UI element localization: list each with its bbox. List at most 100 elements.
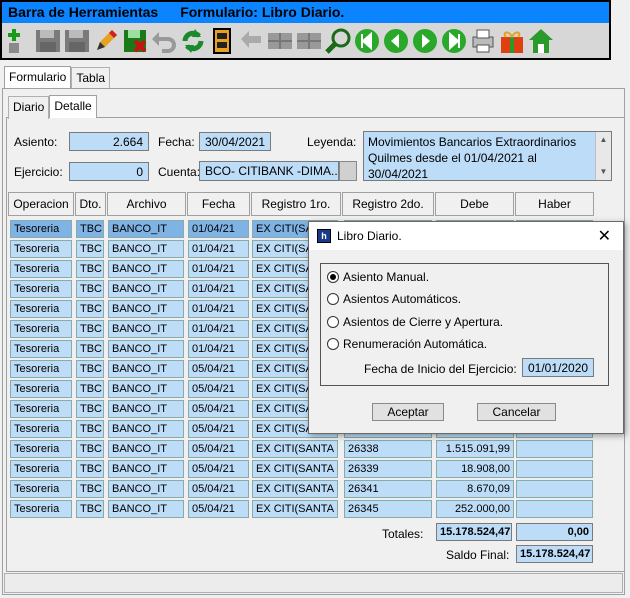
table-cell[interactable]: BANCO_IT xyxy=(108,300,184,318)
column-header[interactable]: Registro 1ro. xyxy=(251,192,341,216)
table-cell[interactable]: 01/04/21 xyxy=(188,220,249,238)
table-cell[interactable]: 26338 xyxy=(344,440,432,458)
radio-asientos-automaticos[interactable]: Asientos Automáticos. xyxy=(327,292,461,306)
tab-formulario[interactable]: Formulario xyxy=(4,66,72,88)
refresh-icon[interactable] xyxy=(178,26,207,56)
table-cell[interactable]: 05/04/21 xyxy=(188,460,249,478)
tab-tabla[interactable]: Tabla xyxy=(71,67,111,89)
table-cell[interactable]: 05/04/21 xyxy=(188,500,249,518)
table-cell[interactable]: 26341 xyxy=(344,480,432,498)
table-cell[interactable]: BANCO_IT xyxy=(108,380,184,398)
table-cell[interactable]: TBC xyxy=(76,240,104,258)
table-cell[interactable]: TBC xyxy=(76,400,104,418)
table-cell[interactable]: Tesoreria xyxy=(10,220,72,238)
radio-button[interactable] xyxy=(327,316,339,328)
grid-icon[interactable] xyxy=(265,26,294,56)
table-cell[interactable]: BANCO_IT xyxy=(108,460,184,478)
table-cell[interactable]: 05/04/21 xyxy=(188,420,249,438)
table-cell[interactable]: BANCO_IT xyxy=(108,420,184,438)
column-header[interactable]: Haber xyxy=(515,192,594,216)
table-cell[interactable]: BANCO_IT xyxy=(108,440,184,458)
leyenda-field[interactable]: Movimientos Bancarios Extraordinarios Qu… xyxy=(363,131,612,181)
table-cell[interactable]: TBC xyxy=(76,360,104,378)
table-cell[interactable]: BANCO_IT xyxy=(108,500,184,518)
table-cell[interactable]: TBC xyxy=(76,460,104,478)
column-header[interactable]: Dto. xyxy=(75,192,106,216)
delete-icon[interactable] xyxy=(120,26,149,56)
table-cell[interactable]: BANCO_IT xyxy=(108,480,184,498)
print-icon[interactable] xyxy=(468,26,497,56)
table-cell[interactable] xyxy=(516,460,593,478)
table-cell[interactable]: 01/04/21 xyxy=(188,320,249,338)
table-cell[interactable]: 05/04/21 xyxy=(188,360,249,378)
search-icon[interactable] xyxy=(323,26,352,56)
next-record-icon[interactable] xyxy=(410,26,439,56)
radio-asiento-manual[interactable]: Asiento Manual. xyxy=(327,270,429,284)
table-cell[interactable]: 252.000,00 xyxy=(436,500,514,518)
table-cell[interactable]: BANCO_IT xyxy=(108,400,184,418)
column-header[interactable]: Debe xyxy=(435,192,514,216)
fecha-inicio-field[interactable]: 01/01/2020 xyxy=(522,358,594,377)
radio-button[interactable] xyxy=(327,293,339,305)
table-cell[interactable]: EX CITI(SANTA xyxy=(252,480,338,498)
table-cell[interactable]: Tesoreria xyxy=(10,340,72,358)
table-cell[interactable]: BANCO_IT xyxy=(108,240,184,258)
table-cell[interactable]: TBC xyxy=(76,380,104,398)
cuenta-dropdown-button[interactable] xyxy=(339,161,357,181)
table-cell[interactable]: TBC xyxy=(76,260,104,278)
radio-button[interactable] xyxy=(327,271,339,283)
fecha-field[interactable]: 30/04/2021 xyxy=(199,132,271,151)
add-icon[interactable] xyxy=(4,26,33,56)
ejercicio-field[interactable]: 0 xyxy=(69,162,149,181)
cuenta-combo[interactable]: BCO- CITIBANK -DIMA... xyxy=(199,161,339,181)
tab-detalle[interactable]: Detalle xyxy=(49,95,97,118)
table-cell[interactable]: 05/04/21 xyxy=(188,480,249,498)
table-cell[interactable]: 26339 xyxy=(344,460,432,478)
table-cell[interactable]: BANCO_IT xyxy=(108,360,184,378)
gift-icon[interactable] xyxy=(497,26,526,56)
edit-icon[interactable] xyxy=(91,26,120,56)
table-cell[interactable]: TBC xyxy=(76,500,104,518)
table-cell[interactable]: Tesoreria xyxy=(10,360,72,378)
column-header[interactable]: Fecha xyxy=(187,192,250,216)
table-cell[interactable]: Tesoreria xyxy=(10,420,72,438)
table-cell[interactable] xyxy=(516,500,593,518)
table-cell[interactable]: 01/04/21 xyxy=(188,240,249,258)
table-cell[interactable]: EX CITI(SANTA xyxy=(252,460,338,478)
table-cell[interactable]: TBC xyxy=(76,300,104,318)
aceptar-button[interactable]: Aceptar xyxy=(372,403,444,421)
leyenda-scrollbar[interactable]: ▲ ▼ xyxy=(595,132,611,180)
table-cell[interactable] xyxy=(516,480,593,498)
table-cell[interactable]: 8.670,09 xyxy=(436,480,514,498)
table-cell[interactable]: 18.908,00 xyxy=(436,460,514,478)
table-cell[interactable]: Tesoreria xyxy=(10,280,72,298)
table-cell[interactable]: BANCO_IT xyxy=(108,340,184,358)
column-header[interactable]: Operacion xyxy=(8,192,74,216)
table-cell[interactable]: TBC xyxy=(76,220,104,238)
table-cell[interactable]: Tesoreria xyxy=(10,460,72,478)
table-cell[interactable]: TBC xyxy=(76,340,104,358)
table-cell[interactable]: BANCO_IT xyxy=(108,320,184,338)
table-cell[interactable]: Tesoreria xyxy=(10,240,72,258)
table-cell[interactable]: BANCO_IT xyxy=(108,260,184,278)
table-cell[interactable]: 01/04/21 xyxy=(188,280,249,298)
table-cell[interactable]: Tesoreria xyxy=(10,480,72,498)
close-icon[interactable]: ✕ xyxy=(598,226,611,246)
table-cell[interactable]: BANCO_IT xyxy=(108,220,184,238)
save-as-icon[interactable] xyxy=(62,26,91,56)
undo-icon[interactable] xyxy=(149,26,178,56)
table-cell[interactable]: 26345 xyxy=(344,500,432,518)
table-cell[interactable]: 1.515.091,99 xyxy=(436,440,514,458)
home-icon[interactable] xyxy=(526,26,555,56)
grid-icon[interactable] xyxy=(294,26,323,56)
asiento-field[interactable]: 2.664 xyxy=(69,132,149,151)
table-cell[interactable]: TBC xyxy=(76,440,104,458)
save-icon[interactable] xyxy=(33,26,62,56)
previous-record-icon[interactable] xyxy=(381,26,410,56)
last-record-icon[interactable] xyxy=(439,26,468,56)
back-arrow-icon[interactable] xyxy=(236,26,265,56)
cancelar-button[interactable]: Cancelar xyxy=(477,403,556,421)
table-cell[interactable]: 01/04/21 xyxy=(188,340,249,358)
table-cell[interactable]: 01/04/21 xyxy=(188,260,249,278)
column-header[interactable]: Registro 2do. xyxy=(342,192,434,216)
